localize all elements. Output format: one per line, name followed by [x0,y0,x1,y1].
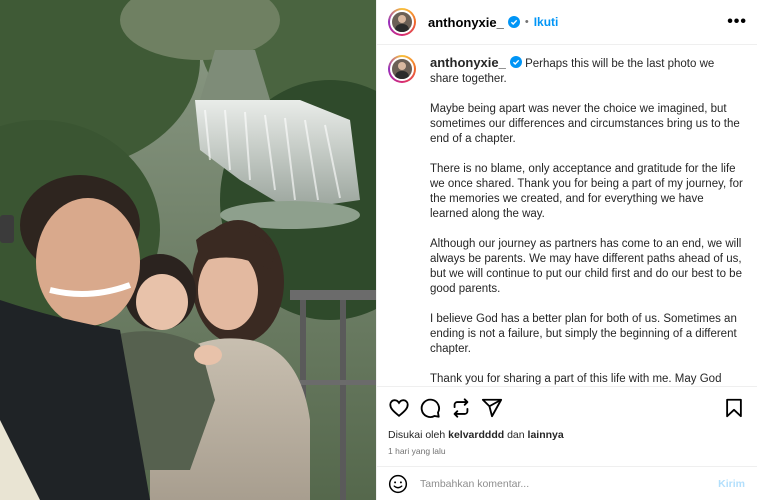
comment-input[interactable] [420,477,719,490]
caption-paragraph: Although our journey as partners has com… [430,238,742,295]
caption-first-paragraph: anthonyxie_ Perhaps this will be the las… [430,55,745,87]
likes-conjunction: dan [507,429,525,441]
bookmark-icon[interactable] [723,397,745,419]
photo-illustration [0,0,376,500]
verified-badge-icon [507,16,520,28]
repost-icon[interactable] [450,397,472,419]
caption-area: anthonyxie_ Perhaps this will be the las… [377,45,757,386]
comment-icon[interactable] [419,397,441,419]
instagram-post-view: anthonyxie_ • Ikuti ••• anthonyxie_ Perh… [0,0,757,500]
post-timestamp[interactable]: 1 hari yang lalu [377,441,757,463]
verified-badge-icon [509,56,522,68]
likes-others-link[interactable]: lainnya [528,429,564,441]
emoji-icon[interactable] [388,474,408,494]
header-separator: • [524,16,529,28]
comment-bar: Kirim [377,466,757,500]
author-username[interactable]: anthonyxie_ [428,15,504,30]
likes-summary: Disukai oleh kelvardddd dan lainnya [377,428,757,441]
follow-button[interactable]: Ikuti [534,15,559,29]
caption-paragraph: Maybe being apart was never the choice w… [430,103,740,145]
post-side-panel: anthonyxie_ • Ikuti ••• anthonyxie_ Perh… [376,0,757,500]
author-avatar[interactable] [388,8,416,36]
post-header: anthonyxie_ • Ikuti ••• [377,0,757,45]
caption-paragraph: There is no blame, only acceptance and g… [430,163,743,220]
post-photo[interactable] [0,0,376,500]
heart-icon[interactable] [388,397,410,419]
caption-body: anthonyxie_ Perhaps this will be the las… [430,55,745,386]
caption-author-avatar[interactable] [388,55,416,83]
action-bar [377,386,757,428]
likes-prefix: Disukai oleh [388,429,446,441]
share-icon[interactable] [481,397,503,419]
post-comment-button[interactable]: Kirim [718,478,745,490]
likes-user-link[interactable]: kelvardddd [448,429,504,441]
caption-username[interactable]: anthonyxie_ [430,55,506,70]
caption-paragraph: I believe God has a better plan for both… [430,313,737,355]
caption-paragraph: Thank you for sharing a part of this lif… [430,373,722,385]
more-options-icon[interactable]: ••• [727,14,747,30]
